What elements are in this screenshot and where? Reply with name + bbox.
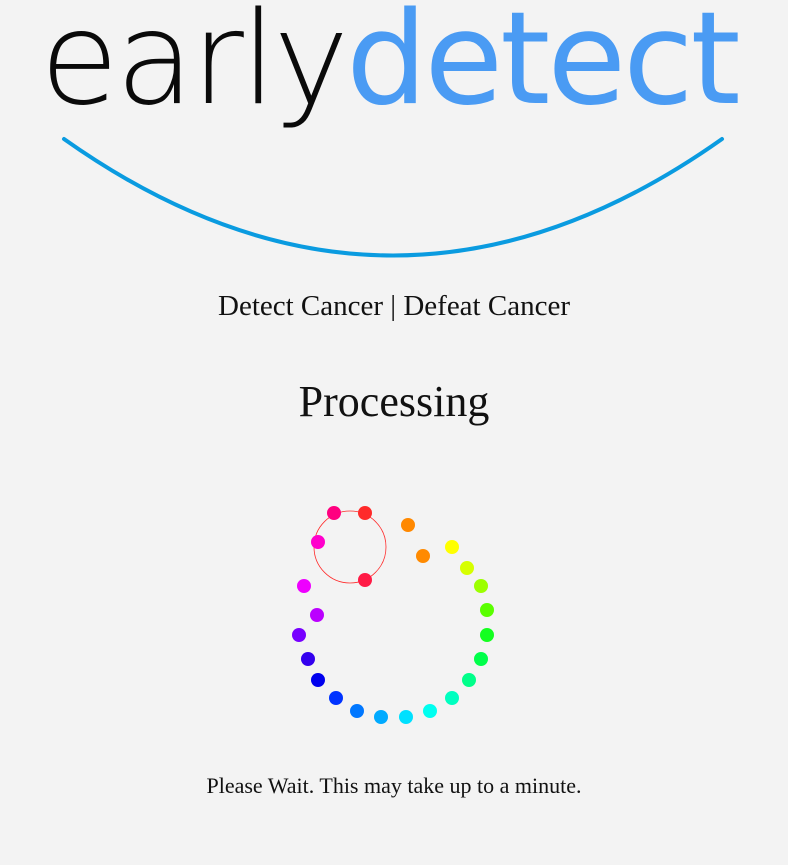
spinner-dot [329, 691, 343, 705]
spinner-dot [416, 549, 430, 563]
processing-page: earlydetect Detect Cancer | Defeat Cance… [0, 0, 788, 865]
spinner-dot [297, 579, 311, 593]
spinner-dot [350, 704, 364, 718]
spinner-dot [474, 579, 488, 593]
spinner-dot [462, 673, 476, 687]
smile-arc-icon [62, 137, 724, 258]
spinner-dot [445, 691, 459, 705]
spinner-dot [358, 573, 372, 587]
spinner-dot [480, 603, 494, 617]
wait-message: Please Wait. This may take up to a minut… [206, 773, 582, 798]
spinner-dot [327, 506, 341, 520]
spinner-dot [460, 561, 474, 575]
smile-arc [62, 137, 724, 258]
spinner-dot [311, 535, 325, 549]
spinner-dots [292, 506, 494, 724]
spinner-dot [480, 628, 494, 642]
spinner-dot [474, 652, 488, 666]
spinner-dot [310, 608, 324, 622]
spinner-dot [399, 710, 413, 724]
processing-heading: Processing [298, 377, 490, 426]
spinner-dot [423, 704, 437, 718]
spinner-dot [311, 673, 325, 687]
spinner-dot [292, 628, 306, 642]
early-detect-logo: earlydetect [0, 0, 788, 270]
spinner-dot [445, 540, 459, 554]
spinner-highlight-ring [313, 510, 387, 584]
spinner-dot [401, 518, 415, 532]
spinner-dot [301, 652, 315, 666]
tagline: Detect Cancer | Defeat Cancer [218, 290, 570, 322]
loading-spinner-icon [292, 506, 494, 724]
spinner-dot [374, 710, 388, 724]
spinner-dot [358, 506, 372, 520]
